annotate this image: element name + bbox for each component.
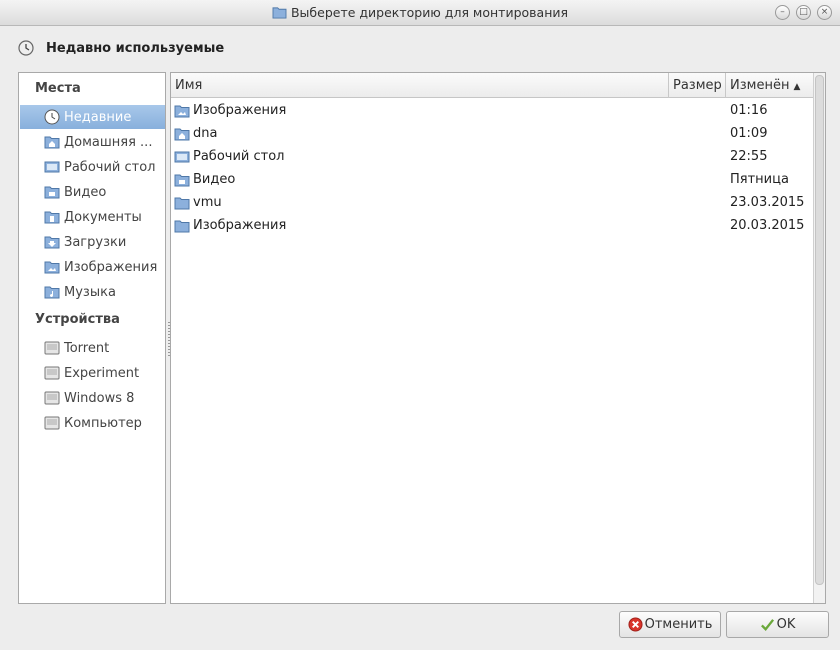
file-row[interactable]: Изображения 20.03.2015 <box>171 214 815 237</box>
file-row-name: dna <box>193 126 218 141</box>
home-folder-icon <box>44 136 60 149</box>
sidebar-item-torrent[interactable]: Torrent <box>20 336 165 360</box>
file-row[interactable]: Видео Пятница <box>171 168 815 191</box>
sidebar-item-label: Документы <box>64 209 142 225</box>
devices-header: Устройства <box>35 312 120 327</box>
window-title-wrap: Выберете директорию для монтирования <box>0 5 840 20</box>
sidebar-item-label: Torrent <box>64 340 110 356</box>
sidebar-item-label: Рабочий стол <box>64 159 156 175</box>
file-row-name: Видео <box>193 172 236 187</box>
folder-icon <box>174 197 190 209</box>
drive-icon <box>44 366 60 380</box>
maximize-button[interactable]: □ <box>796 5 811 20</box>
column-header-modified[interactable]: Изменён ▲ <box>726 73 815 98</box>
sidebar-item-label: Видео <box>64 184 107 200</box>
home-folder-icon <box>174 128 190 140</box>
sidebar-item-label: Загрузки <box>64 234 127 250</box>
cancel-button[interactable]: Отменить <box>619 611 721 638</box>
sidebar-item-windows8[interactable]: Windows 8 <box>20 386 165 410</box>
sidebar-item-pictures[interactable]: Изображения <box>20 255 165 279</box>
sidebar-item-music[interactable]: Музыка <box>20 280 165 304</box>
sidebar-item-documents[interactable]: Документы <box>20 205 165 229</box>
file-row-name: Изображения <box>193 103 287 118</box>
sidebar-item-label: Недавние <box>64 109 132 125</box>
sidebar-item-downloads[interactable]: Загрузки <box>20 230 165 254</box>
file-list-header: Имя Размер Изменён ▲ <box>171 73 815 98</box>
file-row-name: Рабочий стол <box>193 149 285 164</box>
sidebar-item-home[interactable]: Домашняя ... <box>20 130 165 154</box>
file-row-name: Изображения <box>193 218 287 233</box>
sort-ascending-icon: ▲ <box>793 82 801 92</box>
sidebar-item-recent[interactable]: Недавние <box>20 105 165 129</box>
ok-label: OK <box>776 617 796 632</box>
pictures-folder-icon <box>44 261 60 274</box>
file-list: Имя Размер Изменён ▲ Изображения 01:16 dn… <box>170 72 826 604</box>
recent-clock-icon <box>18 40 34 56</box>
sidebar-item-label: Windows 8 <box>64 390 135 406</box>
music-folder-icon <box>44 286 60 299</box>
column-header-size[interactable]: Размер <box>669 73 726 98</box>
file-row-modified: 01:09 <box>730 126 768 141</box>
column-modified-label: Изменён <box>730 78 790 93</box>
sidebar-item-label: Домашняя ... <box>64 134 153 150</box>
folder-icon <box>174 220 190 232</box>
vertical-scrollbar[interactable] <box>813 73 825 603</box>
desktop-icon <box>44 161 60 173</box>
folder-icon <box>272 7 287 19</box>
documents-folder-icon <box>44 211 60 224</box>
close-button[interactable]: × <box>817 5 832 20</box>
file-row-modified: 23.03.2015 <box>730 195 805 210</box>
file-row-modified: 20.03.2015 <box>730 218 805 233</box>
file-row[interactable]: dna 01:09 <box>171 122 815 145</box>
window-title: Выберете директорию для монтирования <box>290 5 569 20</box>
file-row[interactable]: Изображения 01:16 <box>171 99 815 122</box>
ok-button[interactable]: OK <box>726 611 829 638</box>
file-row-modified: 01:16 <box>730 103 768 118</box>
window-controls: – □ × <box>775 5 832 20</box>
sidebar-item-experiment[interactable]: Experiment <box>20 361 165 385</box>
sidebar-item-label: Experiment <box>64 365 140 381</box>
checkmark-icon <box>760 619 774 631</box>
location-bar: Недавно используемые <box>18 38 224 58</box>
desktop-icon <box>174 151 190 162</box>
sidebar-item-video[interactable]: Видео <box>20 180 165 204</box>
sidebar-item-label: Изображения <box>64 259 158 275</box>
file-row-modified: 22:55 <box>730 149 768 164</box>
places-sidebar: Места Недавние Домашняя ... Рабочий стол… <box>18 72 166 604</box>
cancel-icon <box>628 617 643 632</box>
sidebar-item-desktop[interactable]: Рабочий стол <box>20 155 165 179</box>
sidebar-item-computer[interactable]: Компьютер <box>20 411 165 435</box>
video-folder-icon <box>174 174 190 186</box>
location-label: Недавно используемые <box>46 40 225 56</box>
file-row-name: vmu <box>193 195 222 210</box>
downloads-folder-icon <box>44 236 60 249</box>
sidebar-item-label: Компьютер <box>64 415 142 431</box>
places-header: Места <box>35 81 81 96</box>
computer-drive-icon <box>44 416 60 430</box>
title-bar: Выберете директорию для монтирования – □… <box>0 0 840 26</box>
column-header-name[interactable]: Имя <box>171 73 669 98</box>
minimize-button[interactable]: – <box>775 5 790 20</box>
column-name-label: Имя <box>175 78 203 93</box>
video-folder-icon <box>44 186 60 199</box>
column-size-label: Размер <box>673 78 722 93</box>
sidebar-item-label: Музыка <box>64 284 116 300</box>
file-row[interactable]: vmu 23.03.2015 <box>171 191 815 214</box>
cancel-label: Отменить <box>644 617 713 632</box>
file-row[interactable]: Рабочий стол 22:55 <box>171 145 815 168</box>
drive-icon <box>44 341 60 355</box>
scrollbar-thumb[interactable] <box>815 75 824 585</box>
drive-icon <box>44 391 60 405</box>
file-row-modified: Пятница <box>730 172 789 187</box>
recent-clock-icon <box>44 109 60 125</box>
pictures-folder-icon <box>174 105 190 117</box>
